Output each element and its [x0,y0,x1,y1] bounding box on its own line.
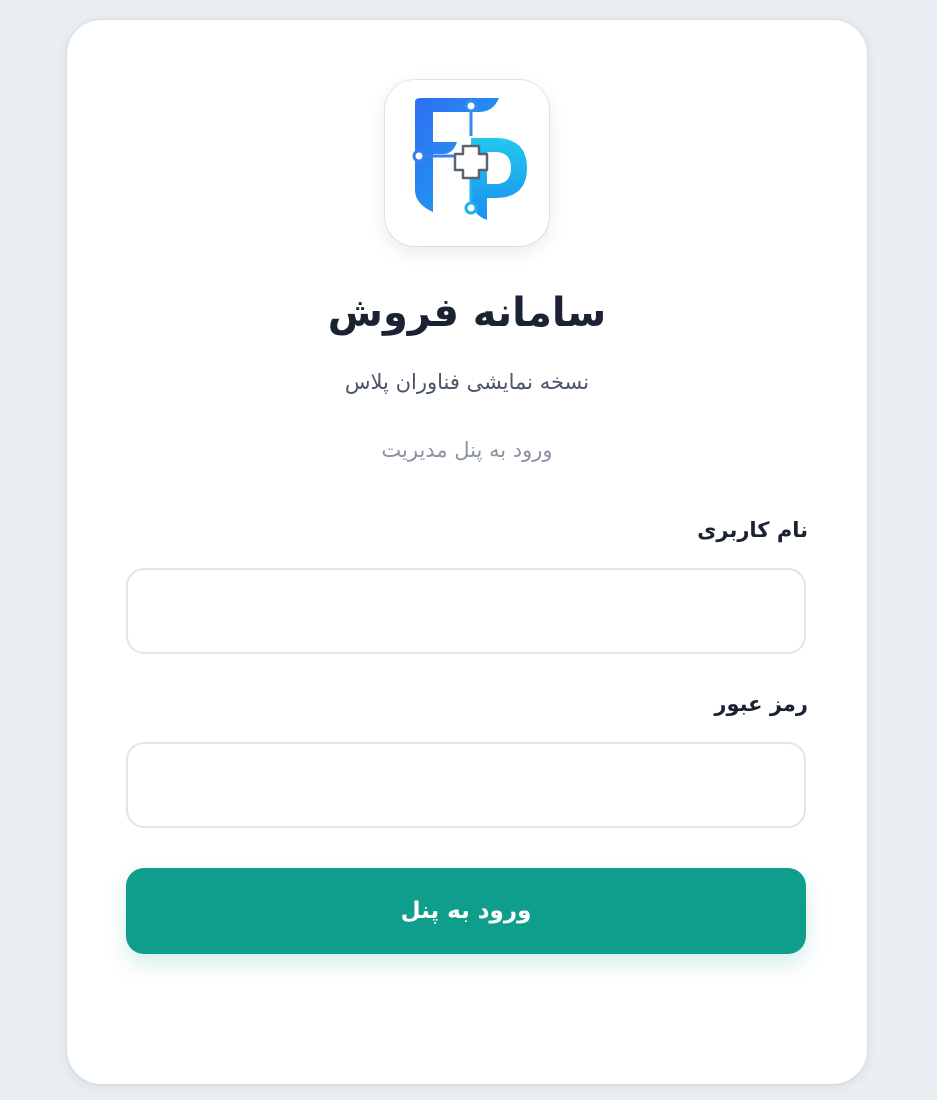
page-subtitle: نسخه نمایشی فناوران پلاس [344,370,590,394]
logo-container [385,80,549,246]
login-hint: ورود به پنل مدیریت [381,438,553,462]
password-label: رمز عبور [714,692,808,716]
username-label: نام کاربری [697,518,808,542]
username-input[interactable] [126,568,806,654]
page-title: سامانه فروش [327,290,607,336]
password-input[interactable] [126,742,806,828]
login-card: سامانه فروش نسخه نمایشی فناوران پلاس ورو… [67,20,867,1084]
fp-logo-icon [412,98,527,220]
login-button[interactable]: ورود به پنل [126,868,806,954]
